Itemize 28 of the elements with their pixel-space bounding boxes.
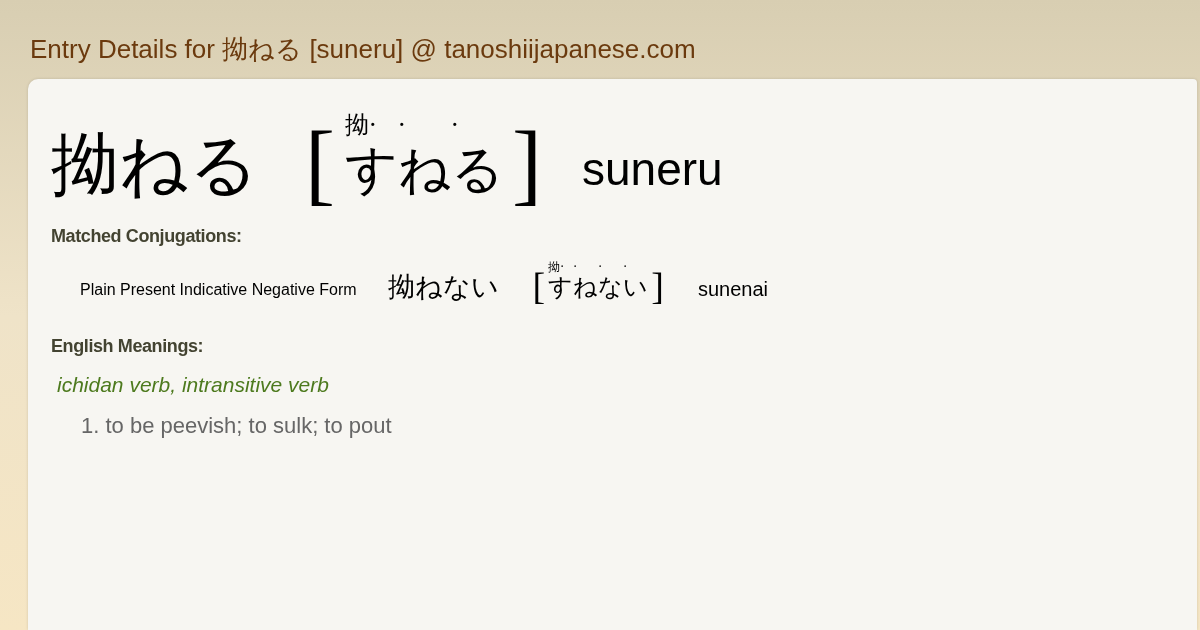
- reading-mark: 拗·: [345, 113, 377, 137]
- closing-bracket: ]: [651, 267, 664, 305]
- reading-mark: ·: [598, 261, 603, 273]
- conjugation-form: Plain Present Indicative Negative Form: [80, 282, 357, 298]
- section-heading: Matched Conjugations:: [51, 227, 242, 245]
- reading-kana: な: [598, 275, 624, 299]
- romaji-reading: suneru: [581, 146, 723, 192]
- conjugated-word: 拗ねない: [387, 273, 499, 300]
- opening-bracket: [: [305, 119, 335, 209]
- part-of-speech: ichidan verb, intransitive verb: [57, 374, 329, 395]
- romaji-reading: sunenai: [697, 279, 768, 299]
- reading-kana: ね: [573, 275, 599, 299]
- headword: 拗ねる: [51, 131, 259, 199]
- closing-bracket: ]: [512, 119, 542, 209]
- reading-kana: い: [623, 275, 649, 299]
- reading-kana: る: [451, 143, 504, 195]
- reading-mark: ·: [623, 261, 628, 273]
- definition: 1. to be peevish; to sulk; to pout: [81, 415, 392, 437]
- reading-mark: ·: [398, 113, 406, 137]
- reading-mark: 拗·: [548, 261, 565, 273]
- reading-kana: す: [345, 143, 398, 195]
- section-heading: English Meanings:: [51, 337, 204, 355]
- reading-kana: す: [548, 275, 574, 299]
- reading-kana: ね: [398, 143, 451, 195]
- opening-bracket: [: [532, 267, 546, 305]
- reading-mark: ·: [573, 261, 578, 273]
- page-title: Entry Details for 拗ねる [suneru] @ tanoshiijapanese.com: [30, 35, 696, 62]
- reading-mark: ·: [451, 113, 459, 137]
